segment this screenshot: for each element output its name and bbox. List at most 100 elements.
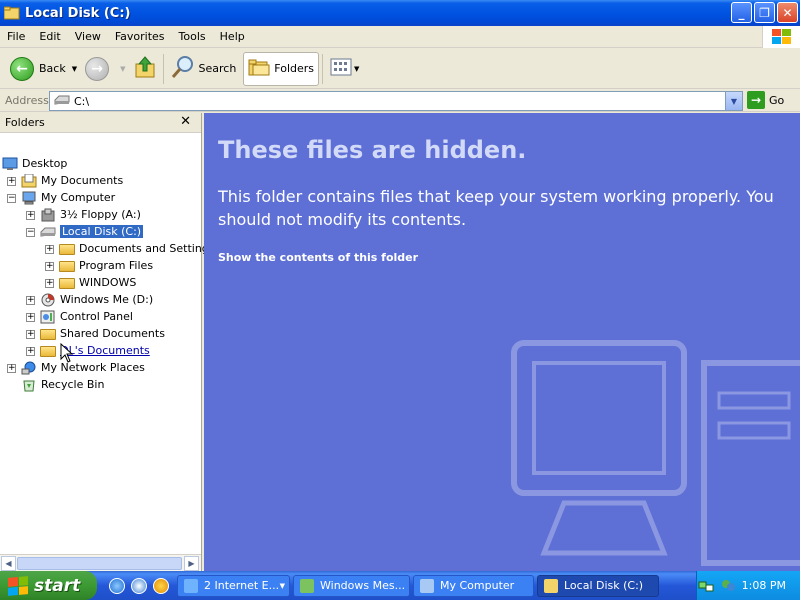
views-dropdown-icon[interactable]: ▼ <box>354 65 359 73</box>
search-label: Search <box>198 62 237 75</box>
up-button[interactable] <box>130 52 160 86</box>
views-button[interactable]: ▼ <box>326 52 363 86</box>
folder-icon <box>3 6 20 20</box>
task-label: 2 Internet E... <box>204 579 280 592</box>
tree-item-recycle-bin[interactable]: Recycle Bin <box>21 376 104 393</box>
scroll-left-icon[interactable]: ◀ <box>1 556 16 571</box>
forward-button[interactable]: → ▼ <box>81 52 129 86</box>
tree-label-selected: Local Disk (C:) <box>60 225 144 238</box>
clock[interactable]: 1:08 PM <box>742 579 786 592</box>
start-label: start <box>34 575 81 596</box>
back-dropdown-icon[interactable]: ▼ <box>72 65 77 73</box>
tree-label: Windows Me (D:) <box>60 293 154 306</box>
outlook-express-icon[interactable] <box>131 577 147 594</box>
menu-favorites[interactable]: Favorites <box>108 30 172 43</box>
expand-icon[interactable]: + <box>45 245 54 254</box>
views-grid-icon <box>330 58 352 79</box>
forward-dropdown-icon[interactable]: ▼ <box>120 65 125 73</box>
tree-item-network-places[interactable]: My Network Places <box>21 359 145 376</box>
tree-item-user-documents[interactable]: OL's Documents <box>40 342 150 359</box>
windows-logo-icon <box>762 26 800 48</box>
back-label: Back <box>39 62 66 75</box>
tree-label: Shared Documents <box>60 327 165 340</box>
folder-icon <box>59 244 75 255</box>
tree-label: Control Panel <box>60 310 133 323</box>
address-input[interactable] <box>74 94 714 108</box>
expand-icon[interactable]: + <box>26 347 35 356</box>
expand-icon[interactable]: + <box>26 330 35 339</box>
search-button[interactable]: Search <box>167 52 241 86</box>
tree-label: Recycle Bin <box>41 378 105 391</box>
messenger-icon <box>300 578 314 593</box>
task-group-arrow-icon: ▼ <box>279 581 285 590</box>
task-local-disk[interactable]: Local Disk (C:) <box>537 574 659 597</box>
folder-icon <box>544 578 558 593</box>
minimize-button[interactable]: _ <box>731 2 752 23</box>
system-tray: 1:08 PM <box>696 571 800 600</box>
drive-icon <box>54 94 70 109</box>
task-my-computer[interactable]: My Computer <box>413 574 534 597</box>
title-bar: Local Disk (C:) _ ❐ ✕ <box>0 0 800 26</box>
tree-item-documents-and-settings[interactable]: Documents and Settings <box>59 240 215 257</box>
hard-drive-icon <box>40 225 56 239</box>
toolbar: ← Back ▼ → ▼ Search Folders ▼ <box>0 49 800 89</box>
tree-item-program-files[interactable]: Program Files <box>59 257 153 274</box>
start-button[interactable]: start <box>0 571 97 600</box>
menu-tools[interactable]: Tools <box>172 30 213 43</box>
menu-file[interactable]: File <box>0 30 32 43</box>
address-dropdown-icon[interactable]: ▼ <box>725 92 742 110</box>
go-label: Go <box>769 93 785 107</box>
toolbar-separator <box>162 53 164 84</box>
hidden-files-title: These files are hidden. <box>218 136 527 164</box>
folders-button[interactable]: Folders <box>243 51 320 86</box>
expand-icon[interactable]: + <box>26 211 35 220</box>
media-player-icon[interactable] <box>153 577 169 594</box>
network-places-icon <box>21 361 37 375</box>
tree-item-local-disk[interactable]: Local Disk (C:) <box>40 223 144 240</box>
go-button[interactable]: → Go <box>747 91 784 109</box>
expand-icon[interactable]: + <box>45 262 54 271</box>
internet-explorer-icon[interactable] <box>109 577 125 594</box>
forward-arrow-icon: → <box>85 56 110 81</box>
tree-label: 3½ Floppy (A:) <box>60 208 141 221</box>
tree-item-my-computer[interactable]: My Computer <box>21 189 115 206</box>
tree-item-shared-documents[interactable]: Shared Documents <box>40 325 165 342</box>
tree-label: Documents and Settings <box>79 242 215 255</box>
expand-icon[interactable]: + <box>7 364 16 373</box>
taskbar: start 2 Internet E... ▼ Windows Mes... M… <box>0 571 800 600</box>
maximize-button[interactable]: ❐ <box>754 2 775 23</box>
expand-icon[interactable]: + <box>45 279 54 288</box>
expand-icon[interactable]: + <box>26 313 35 322</box>
close-button[interactable]: ✕ <box>777 2 798 23</box>
scroll-right-icon[interactable]: ▶ <box>184 556 199 571</box>
folder-icon <box>40 329 56 340</box>
tree-item-floppy[interactable]: 3½ Floppy (A:) <box>40 206 141 223</box>
tree-label: Program Files <box>79 259 154 272</box>
collapse-icon[interactable]: − <box>7 194 16 203</box>
show-contents-link[interactable]: Show the contents of this folder <box>218 251 418 264</box>
scroll-thumb[interactable] <box>17 557 182 570</box>
task-windows-messenger[interactable]: Windows Mes... <box>293 574 410 597</box>
address-field[interactable]: ▼ <box>49 91 743 111</box>
tree-item-windows-me[interactable]: Windows Me (D:) <box>40 291 153 308</box>
my-computer-icon <box>21 191 37 205</box>
menu-help[interactable]: Help <box>213 30 252 43</box>
folders-close-icon[interactable]: ✕ <box>180 114 191 129</box>
content-pane: These files are hidden. This folder cont… <box>204 113 800 571</box>
tree-item-control-panel[interactable]: Control Panel <box>40 308 133 325</box>
menu-edit[interactable]: Edit <box>32 30 67 43</box>
tree-item-windows[interactable]: WINDOWS <box>59 274 136 291</box>
back-button[interactable]: ← Back ▼ <box>6 52 81 86</box>
collapse-icon[interactable]: − <box>26 228 35 237</box>
network-tray-icon[interactable] <box>698 578 714 594</box>
messenger-tray-icon[interactable] <box>720 578 736 594</box>
tree-item-desktop[interactable]: Desktop <box>2 155 67 172</box>
menu-view[interactable]: View <box>68 30 108 43</box>
expand-icon[interactable]: + <box>26 296 35 305</box>
my-computer-icon <box>420 578 434 593</box>
tree-item-my-documents[interactable]: My Documents <box>21 172 123 189</box>
horizontal-scrollbar[interactable]: ◀ ▶ <box>0 554 201 571</box>
task-internet-explorer[interactable]: 2 Internet E... ▼ <box>177 574 290 597</box>
back-arrow-icon: ← <box>10 56 34 81</box>
expand-icon[interactable]: + <box>7 177 16 186</box>
